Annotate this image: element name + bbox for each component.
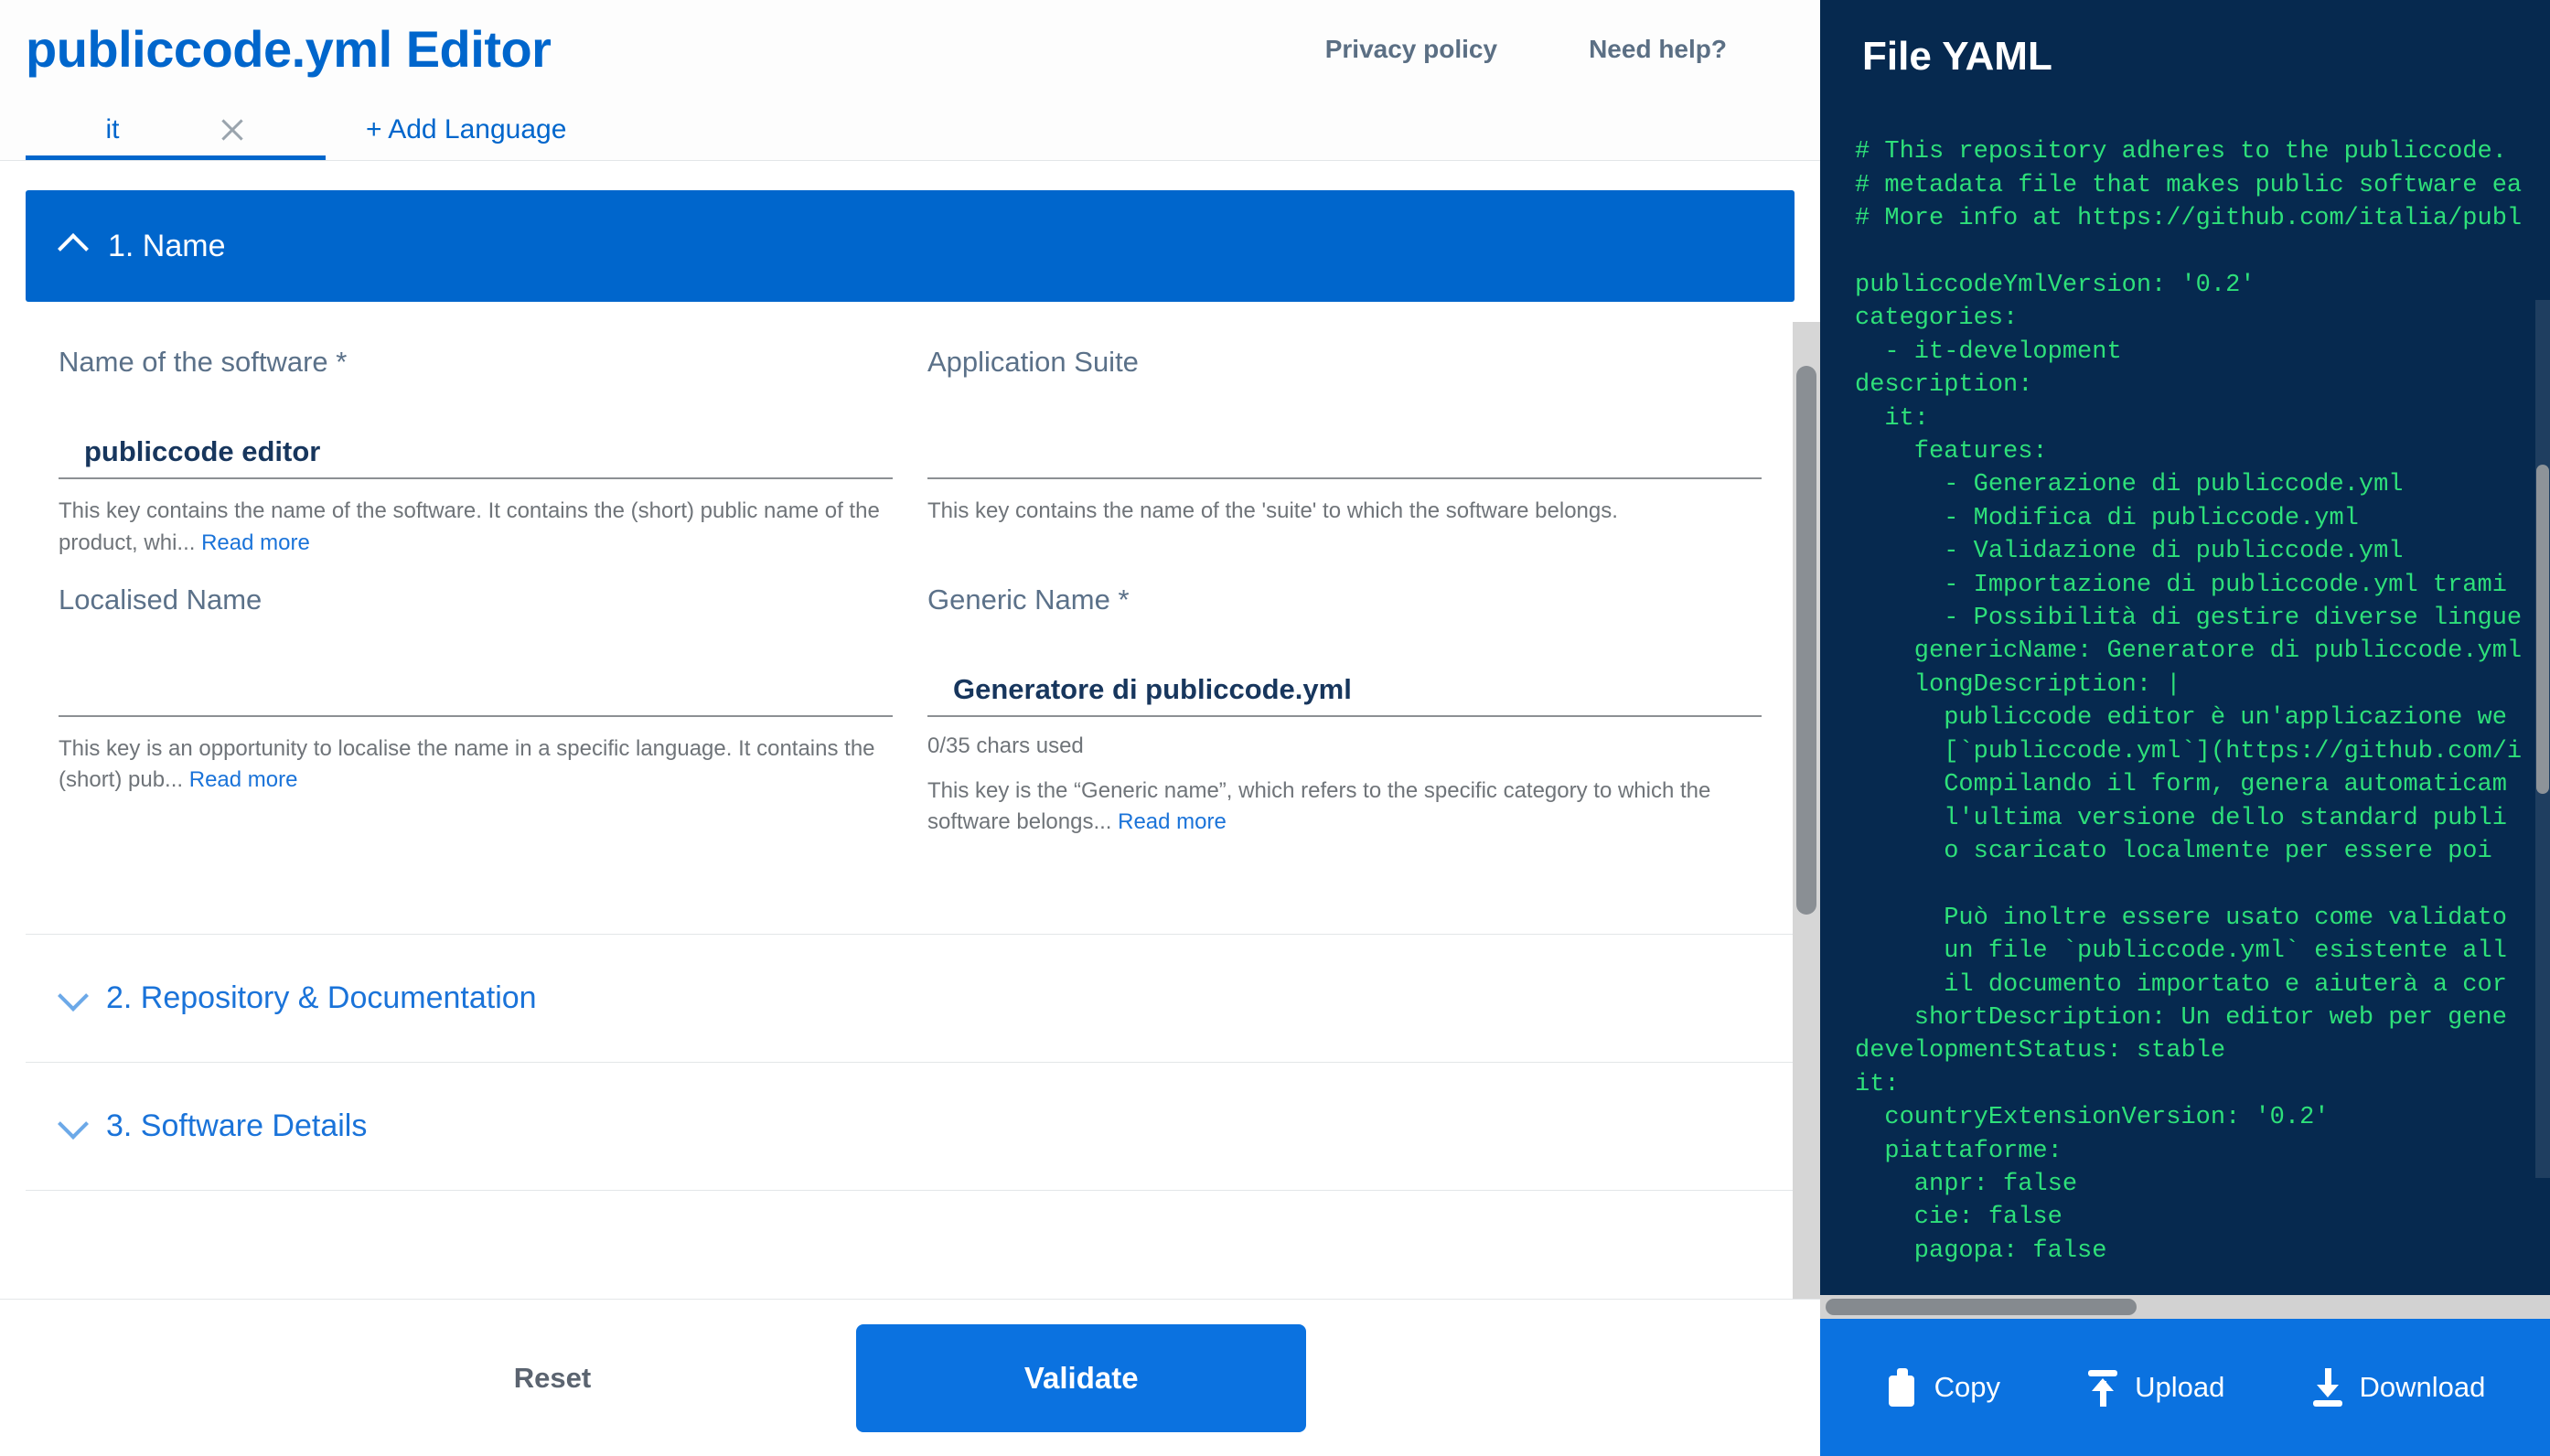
language-tab-it[interactable]: it	[26, 103, 326, 160]
field-label: Application Suite	[927, 346, 1762, 379]
yaml-horizontal-scrollbar[interactable]	[1820, 1295, 2550, 1319]
upload-icon	[2085, 1368, 2120, 1407]
scrollbar-thumb[interactable]	[2536, 465, 2549, 794]
download-label: Download	[2360, 1371, 2486, 1404]
read-more-link[interactable]: Read more	[189, 767, 298, 792]
privacy-policy-link[interactable]: Privacy policy	[1325, 35, 1497, 64]
section-header-repository[interactable]: 2. Repository & Documentation	[26, 935, 1795, 1063]
header-row: publiccode.yml Editor Privacy policy Nee…	[0, 0, 1820, 98]
need-help-link[interactable]: Need help?	[1589, 35, 1727, 64]
field-help-text: This key contains the name of the softwa…	[59, 496, 893, 560]
field-label: Name of the software *	[59, 346, 893, 379]
clipboard-icon	[1885, 1368, 1920, 1407]
help-text: This key is an opportunity to localise t…	[59, 736, 875, 793]
field-name-of-software: Name of the software * This key contains…	[59, 346, 893, 583]
yaml-code-area: # This repository adheres to the publicc…	[1820, 135, 2550, 1295]
download-button[interactable]: Download	[2310, 1368, 2486, 1407]
scrollbar-thumb[interactable]	[1796, 366, 1816, 915]
section-title: 1. Name	[108, 229, 226, 264]
field-label: Generic Name *	[927, 583, 1762, 616]
yaml-panel: File YAML # This repository adheres to t…	[1820, 0, 2550, 1456]
chevron-down-icon	[60, 985, 88, 1012]
chevron-up-icon	[60, 232, 88, 260]
field-help-text: This key is an opportunity to localise t…	[59, 733, 893, 798]
section-header-name[interactable]: 1. Name	[26, 190, 1795, 302]
language-tab-row: it + Add Language	[0, 98, 1820, 160]
field-help-text: This key contains the name of the 'suite…	[927, 496, 1762, 528]
field-generic-name: Generic Name * 0/35 chars used This key …	[927, 583, 1762, 863]
help-text: This key is the “Generic name”, which re…	[927, 778, 1710, 835]
yaml-vertical-scrollbar[interactable]	[2535, 300, 2550, 1178]
form-content: 1. Name Name of the software * This key …	[0, 161, 1820, 1191]
reset-button[interactable]: Reset	[514, 1362, 591, 1395]
help-text: This key contains the name of the 'suite…	[927, 498, 1618, 523]
field-label: Localised Name	[59, 583, 893, 616]
field-help-text: This key is the “Generic name”, which re…	[927, 776, 1762, 840]
input-wrapper	[927, 657, 1762, 717]
page-title: publiccode.yml Editor	[26, 24, 551, 75]
yaml-code-content[interactable]: # This repository adheres to the publicc…	[1820, 135, 2522, 1268]
language-tab-label: it	[106, 114, 120, 145]
close-icon[interactable]	[219, 116, 246, 144]
section-title: 3. Software Details	[106, 1108, 367, 1144]
input-wrapper	[927, 419, 1762, 479]
chevron-down-icon	[60, 1113, 88, 1140]
yaml-panel-title: File YAML	[1820, 0, 2550, 79]
name-fields-grid: Name of the software * This key contains…	[26, 302, 1795, 862]
localised-name-input[interactable]	[84, 673, 893, 706]
app-root: publiccode.yml Editor Privacy policy Nee…	[0, 0, 2550, 1456]
field-localised-name: Localised Name This key is an opportunit…	[59, 583, 893, 863]
application-suite-input[interactable]	[953, 435, 1762, 468]
top-header: publiccode.yml Editor Privacy policy Nee…	[0, 0, 1820, 161]
editor-pane: publiccode.yml Editor Privacy policy Nee…	[0, 0, 1820, 1456]
upload-button[interactable]: Upload	[2085, 1368, 2224, 1407]
page-vertical-scrollbar[interactable]	[1793, 322, 1820, 1299]
read-more-link[interactable]: Read more	[1118, 809, 1227, 834]
generic-name-input[interactable]	[953, 673, 1762, 706]
form-action-bar: Reset Validate	[0, 1299, 1820, 1456]
yaml-action-bar: Copy Upload Download	[1820, 1319, 2550, 1456]
upload-label: Upload	[2135, 1371, 2224, 1404]
add-language-button[interactable]: + Add Language	[366, 114, 566, 160]
validate-button[interactable]: Validate	[856, 1324, 1306, 1432]
input-wrapper	[59, 657, 893, 717]
read-more-link[interactable]: Read more	[201, 530, 310, 555]
field-application-suite: Application Suite This key contains the …	[927, 346, 1762, 583]
chars-used-counter: 0/35 chars used	[927, 733, 1762, 759]
scrollbar-thumb[interactable]	[1826, 1299, 2137, 1315]
name-of-software-input[interactable]	[84, 435, 893, 468]
download-icon	[2310, 1368, 2345, 1407]
help-text: This key contains the name of the softwa…	[59, 498, 880, 555]
section-header-software-details[interactable]: 3. Software Details	[26, 1063, 1795, 1191]
input-wrapper	[59, 419, 893, 479]
section-title: 2. Repository & Documentation	[106, 980, 537, 1016]
copy-button[interactable]: Copy	[1885, 1368, 2000, 1407]
copy-label: Copy	[1934, 1371, 2000, 1404]
form-scroll-area: 1. Name Name of the software * This key …	[0, 161, 1820, 1299]
header-nav: Privacy policy Need help?	[1325, 35, 1773, 64]
